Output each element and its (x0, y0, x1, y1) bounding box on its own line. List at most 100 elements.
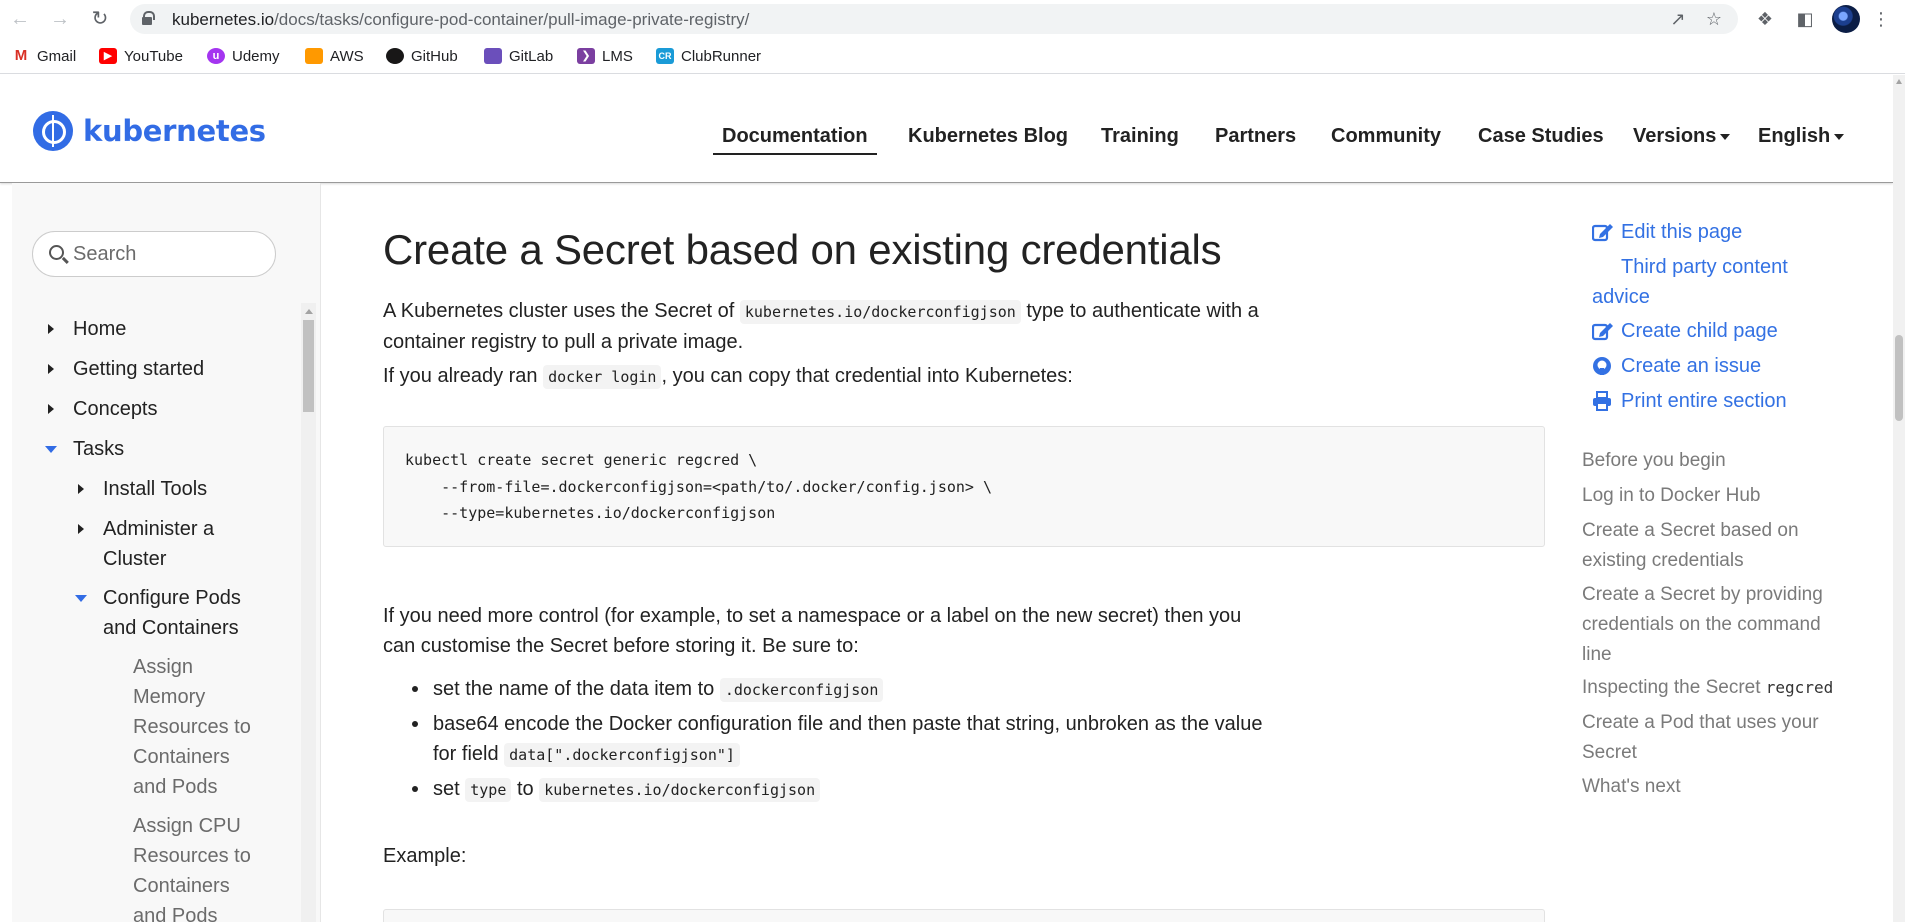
helm-wheel-icon (33, 111, 73, 151)
profile-avatar[interactable] (1832, 5, 1860, 33)
code-line: --type=kubernetes.io/dockerconfigjson (405, 504, 776, 522)
inline-code: docker login (543, 365, 662, 389)
toc-entry-secret-command-line[interactable]: Create a Secret by providing credentials … (1582, 580, 1823, 670)
sidebar-search[interactable] (32, 231, 276, 277)
page-scroll-thumb[interactable] (1895, 335, 1903, 421)
inline-code: .dockerconfigjson (719, 678, 884, 702)
edit-this-page-link[interactable]: Edit this page (1592, 217, 1742, 247)
url-text[interactable]: kubernetes.io/docs/tasks/configure-pod-c… (172, 10, 749, 30)
bookmark-gmail[interactable]: M Gmail (12, 46, 76, 66)
caret-right-icon (78, 484, 84, 494)
toc-entry-whats-next[interactable]: What's next (1582, 772, 1681, 802)
inline-code: kubernetes.io/dockerconfigjson (539, 778, 821, 802)
paragraph-secret-type: A Kubernetes cluster uses the Secret of … (383, 300, 1259, 353)
docs-tree: Home Getting started Concepts Tasks Inst… (12, 313, 298, 922)
code-block-kubectl[interactable]: kubectl create secret generic regcred \ … (383, 426, 1545, 547)
docs-sidebar: Home Getting started Concepts Tasks Inst… (12, 183, 321, 922)
third-party-content-link[interactable]: Third party content advice (1592, 252, 1788, 312)
gitlab-icon (484, 48, 502, 64)
browser-toolbar: ← → ↻ kubernetes.io/docs/tasks/configure… (0, 0, 1905, 38)
create-child-page-link[interactable]: Create child page (1592, 316, 1778, 346)
side-panel-icon[interactable]: ◧ (1794, 8, 1816, 30)
nav-partners[interactable]: Partners (1215, 125, 1296, 155)
lms-icon: ❯ (577, 48, 595, 64)
nav-training[interactable]: Training (1101, 125, 1179, 155)
page-scrollbar[interactable] (1893, 75, 1905, 922)
list-item: base64 encode the Docker configuration f… (383, 709, 1262, 770)
edit-icon (1592, 323, 1613, 341)
nav-documentation[interactable]: Documentation (713, 125, 877, 155)
nav-case-studies[interactable]: Case Studies (1478, 125, 1604, 155)
bullet-list: set the name of the data item to .docker… (383, 674, 1262, 805)
create-issue-link[interactable]: Create an issue (1592, 351, 1761, 381)
paragraph-docker-login: If you already ran docker login, you can… (383, 365, 1073, 389)
caret-down-icon (75, 595, 87, 602)
bookmark-aws[interactable]: AWS (305, 46, 364, 66)
site-header: kubernetes Documentation Kubernetes Blog… (0, 75, 1893, 183)
caret-right-icon (78, 524, 84, 534)
page-toc: Edit this page Third party content advic… (1582, 183, 1882, 922)
nav-community[interactable]: Community (1331, 125, 1441, 155)
example-label: Example: (383, 845, 467, 867)
toc-entry-docker-hub[interactable]: Log in to Docker Hub (1582, 481, 1761, 511)
bookmark-clubrunner[interactable]: CR ClubRunner (656, 46, 761, 66)
code-block-example[interactable] (383, 909, 1545, 922)
tree-item-tasks[interactable]: Tasks (45, 434, 124, 464)
print-icon (1593, 391, 1611, 411)
print-section-link[interactable]: Print entire section (1592, 386, 1787, 416)
caret-down-icon (45, 446, 57, 453)
caret-right-icon (48, 364, 54, 374)
scroll-up-arrow-icon[interactable] (1896, 79, 1902, 84)
edit-icon (1592, 224, 1613, 242)
nav-english-dropdown[interactable]: English (1758, 125, 1845, 155)
caret-down-icon (1720, 133, 1731, 140)
main-content: Create a Secret based on existing creden… (383, 183, 1545, 922)
menu-kebab-icon[interactable]: ⋮ (1870, 8, 1892, 30)
github-icon (386, 48, 404, 64)
kubernetes-logo[interactable]: kubernetes (33, 111, 266, 151)
tree-item-assign-memory[interactable]: Assign Memory Resources to Containers an… (133, 652, 251, 802)
tree-item-home[interactable]: Home (48, 314, 126, 344)
tree-item-concepts[interactable]: Concepts (48, 394, 158, 424)
tree-item-administer-cluster[interactable]: Administer a Cluster (78, 514, 214, 574)
reload-icon[interactable]: ↻ (88, 7, 112, 31)
nav-versions-dropdown[interactable]: Versions (1633, 125, 1731, 155)
bookmarks-bar: M Gmail ▶ YouTube u Udemy AWS GitHub GitLab… (0, 38, 1905, 74)
tree-item-configure-pods[interactable]: Configure Pods and Containers (75, 583, 241, 643)
toc-entry-create-pod[interactable]: Create a Pod that uses your Secret (1582, 708, 1819, 768)
list-item: set type to kubernetes.io/dockerconfigjs… (383, 774, 1262, 805)
back-arrow-icon[interactable]: ← (8, 7, 32, 31)
bookmark-lms[interactable]: ❯ LMS (577, 46, 633, 66)
code-line: kubectl create secret generic regcred \ (405, 451, 758, 469)
bookmark-youtube[interactable]: ▶ YouTube (99, 46, 183, 66)
address-bar[interactable]: kubernetes.io/docs/tasks/configure-pod-c… (130, 4, 1738, 34)
list-item: set the name of the data item to .docker… (383, 674, 1262, 705)
bookmark-github[interactable]: GitHub (386, 46, 458, 66)
toc-entry-inspecting[interactable]: Inspecting the Secret regcred (1582, 673, 1833, 703)
youtube-icon: ▶ (99, 48, 117, 64)
forward-arrow-icon[interactable]: → (48, 7, 72, 31)
github-icon (1593, 357, 1611, 375)
toc-entry-secret-existing[interactable]: Create a Secret based on existing credent… (1582, 516, 1799, 576)
sidebar-scroll-thumb[interactable] (303, 320, 314, 412)
caret-down-icon (1834, 133, 1845, 140)
inline-code: type (465, 778, 512, 802)
tree-item-assign-cpu[interactable]: Assign CPU Resources to Containers and P… (133, 811, 251, 922)
star-icon[interactable]: ☆ (1704, 9, 1724, 29)
caret-right-icon (48, 404, 54, 414)
sidebar-scrollbar[interactable] (301, 303, 316, 922)
search-input[interactable] (73, 240, 263, 268)
bookmark-udemy[interactable]: u Udemy (207, 46, 280, 66)
caret-right-icon (48, 324, 54, 334)
lock-icon[interactable] (142, 11, 155, 25)
tree-item-install-tools[interactable]: Install Tools (78, 474, 207, 504)
scroll-up-arrow-icon[interactable] (305, 309, 313, 314)
extensions-icon[interactable]: ❖ (1754, 8, 1776, 30)
bookmark-gitlab[interactable]: GitLab (484, 46, 553, 66)
toc-entry-before-you-begin[interactable]: Before you begin (1582, 446, 1726, 476)
section-heading: Create a Secret based on existing creden… (383, 226, 1222, 273)
page-viewport: kubernetes Documentation Kubernetes Blog… (0, 75, 1893, 922)
share-icon[interactable]: ↗ (1668, 9, 1688, 29)
tree-item-getting-started[interactable]: Getting started (48, 354, 204, 384)
nav-kubernetes-blog[interactable]: Kubernetes Blog (908, 125, 1068, 155)
